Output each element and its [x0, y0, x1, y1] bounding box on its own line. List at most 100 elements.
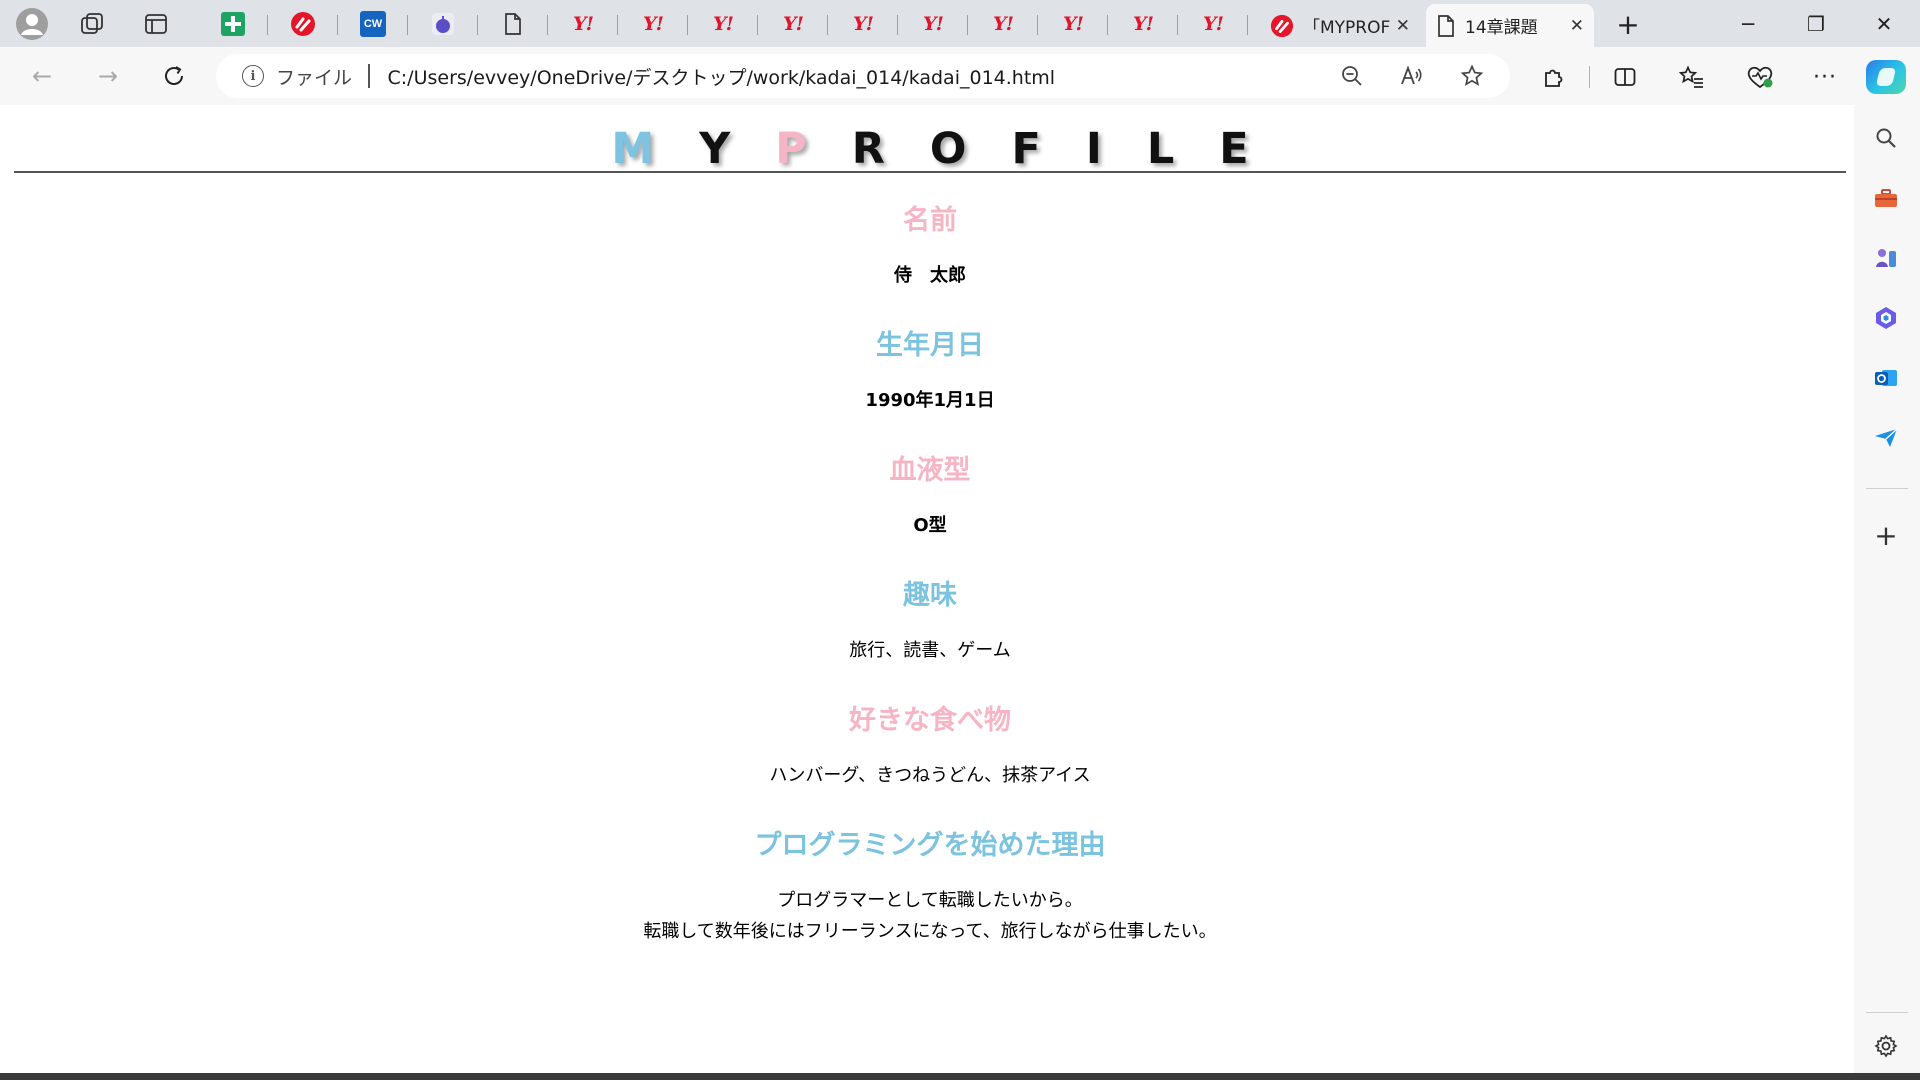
url-text[interactable]: C:/Users/evvey/OneDrive/デスクトップ/work/kada… — [388, 63, 1330, 90]
tab-yahoo-9[interactable]: Y! — [1108, 4, 1178, 44]
section-title: 趣味 — [903, 580, 957, 611]
arrow-left-icon: ← — [31, 62, 53, 90]
favorites-icon — [1679, 65, 1703, 88]
more-menu-button[interactable]: ··· — [1805, 58, 1845, 96]
window-bottom-edge — [0, 1073, 1920, 1080]
tab-yahoo-6[interactable]: Y! — [898, 4, 968, 44]
new-tab-button[interactable]: + — [1608, 5, 1648, 43]
tab-samurai[interactable] — [268, 4, 338, 44]
profile-section: 名前侍 太郎 — [6, 200, 1854, 325]
page-viewport: MYPROFILE 名前侍 太郎 生年月日 1990年1月1日血液型 O型趣味 旅行、読… — [6, 105, 1854, 1073]
copilot-icon[interactable] — [1866, 60, 1906, 94]
more-dots-icon: ··· — [1813, 64, 1837, 90]
profile-button[interactable] — [12, 5, 52, 43]
profile-section: 趣味 旅行、読書、ゲーム — [6, 575, 1854, 700]
tab-active[interactable]: 14章課題 ✕ — [1426, 4, 1594, 47]
sidebar-divider — [1866, 488, 1908, 489]
sidebar-settings-button[interactable] — [1866, 1026, 1906, 1066]
sidebar-drop-button[interactable] — [1866, 418, 1906, 458]
sidebar-m365-button[interactable] — [1866, 298, 1906, 338]
tab-actions-icon — [145, 14, 167, 34]
back-button[interactable]: ← — [22, 57, 62, 95]
read-aloud-icon — [1401, 65, 1422, 85]
section-value: O型 — [913, 515, 947, 536]
read-aloud-button[interactable] — [1390, 56, 1434, 96]
reload-button[interactable] — [154, 57, 194, 95]
browser-essentials-button[interactable] — [1740, 58, 1780, 96]
tab-yahoo-4[interactable]: Y! — [758, 4, 828, 44]
tab-yahoo-2[interactable]: Y! — [618, 4, 688, 44]
minimize-button[interactable]: ─ — [1714, 0, 1782, 47]
tab-yahoo-1[interactable]: Y! — [548, 4, 618, 44]
yahoo-icon: Y! — [1063, 13, 1084, 35]
tab-actions-button[interactable] — [136, 5, 176, 43]
tab-yahoo-10[interactable]: Y! — [1178, 4, 1248, 44]
page-brand-title: MYPROFILE — [6, 124, 1854, 174]
blank-page-icon — [505, 13, 521, 35]
yahoo-icon: Y! — [1203, 13, 1224, 35]
sidebar-tools-button[interactable] — [1866, 178, 1906, 218]
send-icon — [1875, 428, 1898, 447]
search-icon — [1876, 128, 1896, 148]
profile-section: 好きな食べ物 ハンバーグ、きつねうどん、抹茶アイス — [6, 700, 1854, 825]
minimize-icon: ─ — [1741, 11, 1755, 36]
close-tab-icon[interactable]: ✕ — [1396, 16, 1410, 36]
profile-icon — [16, 8, 48, 40]
forward-button[interactable]: → — [88, 57, 128, 95]
close-tab-icon[interactable]: ✕ — [1570, 16, 1584, 36]
puzzle-icon — [1545, 69, 1563, 87]
zoom-out-button[interactable] — [1330, 56, 1374, 96]
star-icon — [1460, 64, 1484, 86]
yahoo-icon: Y! — [993, 13, 1014, 35]
reload-icon — [165, 66, 183, 85]
section-value-line: 転職して数年後にはフリーランスになって、旅行しながら仕事したい。 — [643, 921, 1217, 942]
extensions-button[interactable] — [1534, 58, 1574, 96]
gear-icon — [1874, 1034, 1898, 1058]
yahoo-icon: Y! — [713, 13, 734, 35]
workspaces-button[interactable] — [72, 5, 112, 43]
tab-myprofile[interactable]: 「MYPROFILE」 ✕ — [1260, 4, 1420, 47]
brand-letter: P — [775, 124, 852, 174]
tab-crowdworks[interactable]: CW — [338, 4, 408, 44]
profile-section: プログラミングを始めた理由 プログラマーとして転職したいから。 転職して数年後にはフ… — [6, 825, 1854, 950]
tab-sheets[interactable] — [198, 4, 268, 44]
tab-apple[interactable] — [408, 4, 478, 44]
sidebar-outlook-button[interactable] — [1866, 358, 1906, 398]
tab-blank[interactable] — [478, 4, 548, 44]
yahoo-icon: Y! — [643, 13, 664, 35]
file-label: ファイル — [276, 66, 353, 89]
section-title: 血液型 — [889, 455, 971, 486]
section-value: 侍 太郎 — [894, 265, 966, 286]
sidebar-games-button[interactable] — [1866, 238, 1906, 278]
brand-letter: O — [929, 124, 1012, 174]
address-divider — [368, 64, 370, 88]
sidebar-add-button[interactable]: + — [1866, 515, 1906, 555]
address-bar[interactable]: i ファイル C:/Users/evvey/OneDrive/デスクトップ/wo… — [216, 54, 1510, 98]
split-screen-button[interactable] — [1605, 58, 1645, 96]
toolbox-icon — [1875, 189, 1897, 207]
brand-letter: R — [851, 124, 930, 174]
arrow-right-icon: → — [97, 62, 119, 90]
toolbar-divider — [1589, 66, 1590, 88]
favorite-button[interactable] — [1450, 56, 1494, 96]
sidebar-search-button[interactable] — [1866, 118, 1906, 158]
tab-yahoo-5[interactable]: Y! — [828, 4, 898, 44]
tab-yahoo-3[interactable]: Y! — [688, 4, 758, 44]
section-value-line: プログラマーとして転職したいから。 — [777, 890, 1083, 911]
restore-button[interactable]: ❐ — [1782, 0, 1850, 47]
tab-yahoo-8[interactable]: Y! — [1038, 4, 1108, 44]
yahoo-icon: Y! — [923, 13, 944, 35]
favorites-button[interactable] — [1672, 58, 1712, 96]
plus-icon: + — [1874, 518, 1898, 552]
brand-letter: E — [1219, 124, 1294, 174]
info-icon[interactable]: i — [242, 65, 264, 87]
profile-list: 名前侍 太郎 生年月日 1990年1月1日血液型 O型趣味 旅行、読書、ゲーム 好きな食べ… — [6, 200, 1854, 950]
m365-icon — [1876, 307, 1896, 329]
profile-section: 生年月日 1990年1月1日 — [6, 325, 1854, 450]
workspaces-icon — [81, 13, 103, 34]
yahoo-icon: Y! — [783, 13, 804, 35]
section-value: 1990年1月1日 — [865, 390, 995, 411]
tab-yahoo-7[interactable]: Y! — [968, 4, 1038, 44]
close-window-button[interactable]: ✕ — [1850, 0, 1918, 47]
zoom-out-icon — [1342, 66, 1362, 86]
